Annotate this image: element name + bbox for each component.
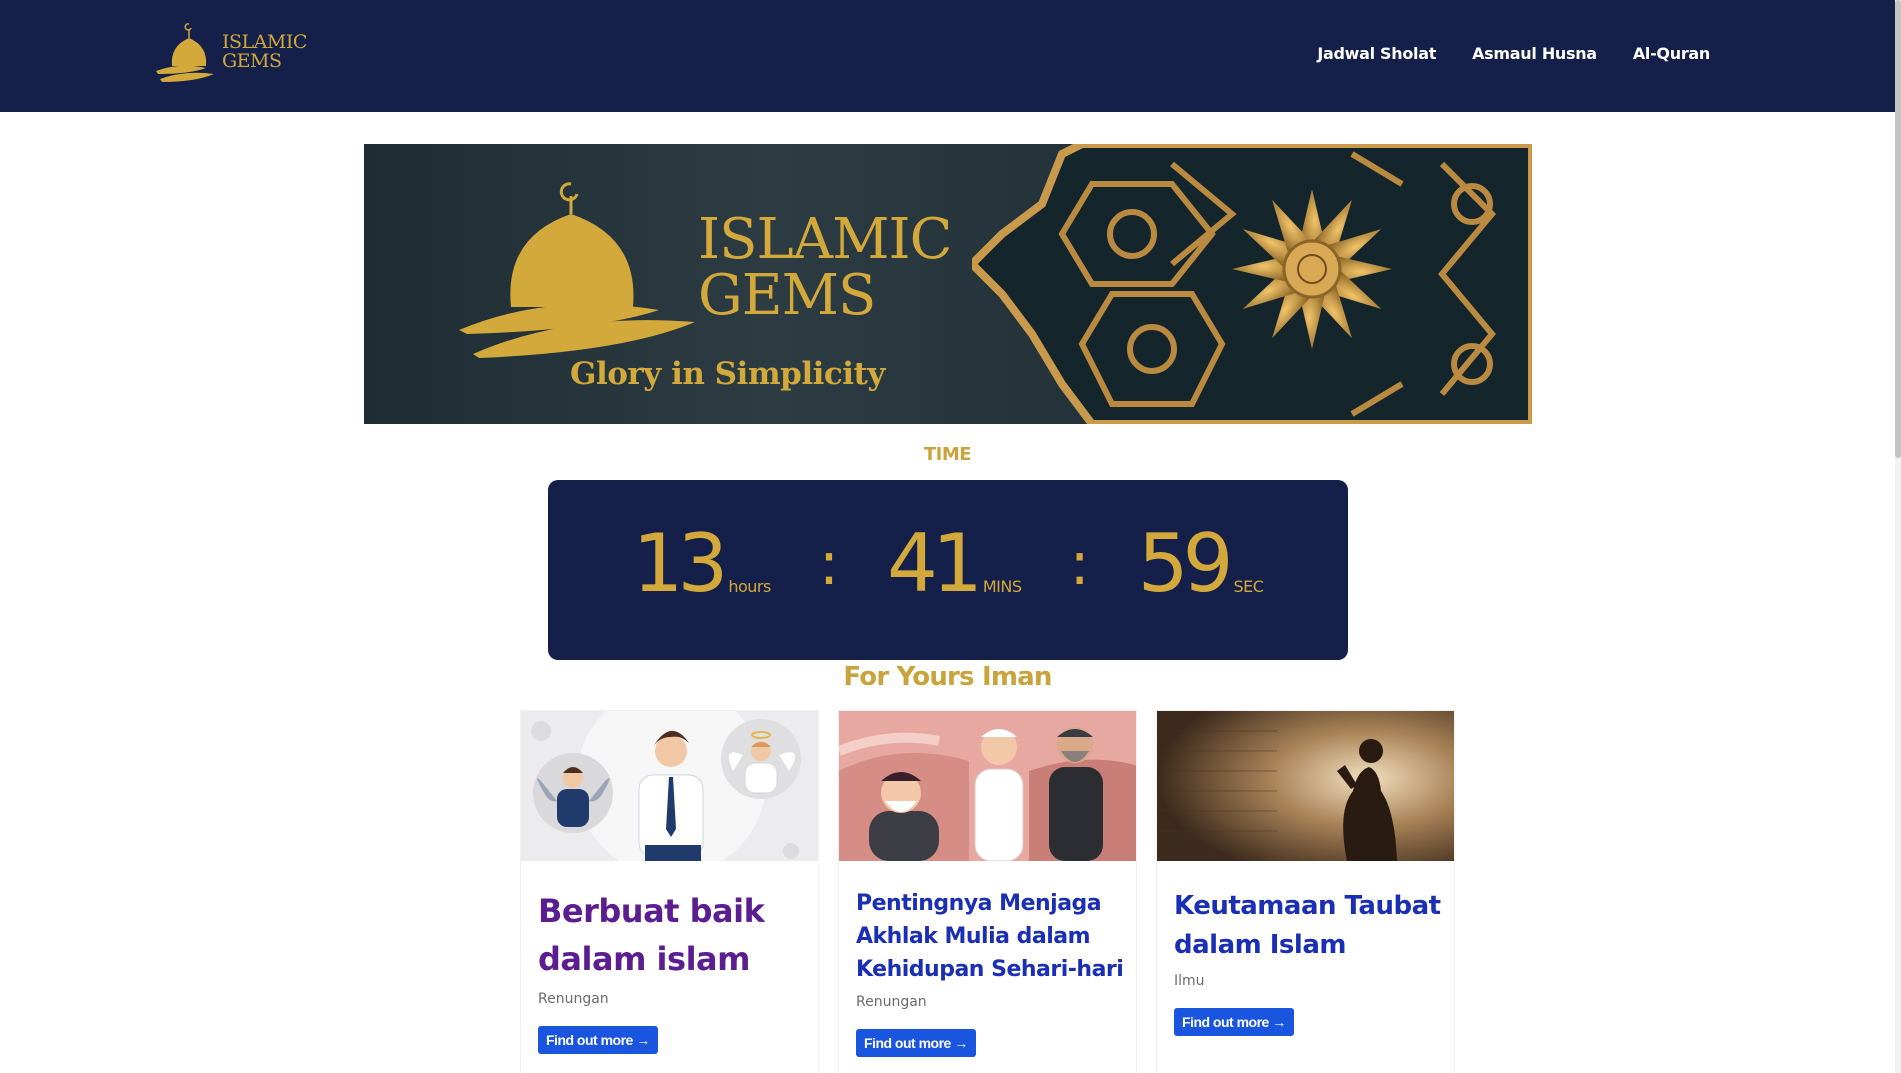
main-nav: Jadwal Sholat Asmaul Husna Al-Quran [1317, 44, 1710, 63]
scrollbar-track[interactable] [1895, 0, 1901, 1073]
clock-hours-unit: hours [728, 577, 771, 596]
clock-separator: : [818, 529, 840, 599]
clock-minutes-unit: MINS [982, 577, 1022, 596]
hero-title: ISLAMIC GEMS [698, 207, 952, 328]
nav-link-al-quran[interactable]: Al-Quran [1633, 44, 1710, 63]
clock-hours: 13 [632, 517, 729, 610]
card-image[interactable] [521, 711, 818, 861]
card-category: Renungan [856, 994, 927, 1010]
site-logo[interactable]: ISLAMIC GEMS [150, 16, 310, 88]
article-card: Keutamaan Taubat dalam Islam Ilmu Find o… [1156, 710, 1455, 1073]
mosque-dome-icon [459, 182, 695, 358]
clock-minutes: 41 [887, 517, 983, 610]
clock-panel: 13 hours : 41 MINS : 59 SEC [548, 480, 1348, 660]
section-title: For Yours Iman [843, 662, 1052, 692]
mosque-dome-icon [156, 23, 214, 82]
hero-tagline: Glory in Simplicity [570, 356, 885, 392]
clock-separator: : [1069, 529, 1090, 599]
islamic-ornament-image [972, 144, 1532, 424]
card-category: Renungan [538, 991, 609, 1007]
card-title[interactable]: Pentingnya Menjaga Akhlak Mulia dalam Ke… [856, 887, 1136, 986]
article-card: Pentingnya Menjaga Akhlak Mulia dalam Ke… [838, 710, 1137, 1073]
logo-text: ISLAMIC GEMS [222, 31, 307, 72]
card-title[interactable]: Berbuat baik dalam islam [538, 887, 808, 983]
find-out-more-button[interactable]: Find out more → [856, 1029, 976, 1057]
card-image[interactable] [1157, 711, 1454, 861]
clock-seconds: 59 [1137, 517, 1234, 610]
clock-seconds-unit: SEC [1233, 577, 1264, 596]
article-card: Berbuat baik dalam islam Renungan Find o… [520, 710, 819, 1073]
card-image[interactable] [839, 711, 1136, 861]
nav-link-jadwal-sholat[interactable]: Jadwal Sholat [1317, 44, 1436, 63]
nav-link-asmaul-husna[interactable]: Asmaul Husna [1472, 44, 1597, 63]
hero-banner: ISLAMIC GEMS Glory in Simplicity [364, 144, 1532, 424]
time-label: TIME [923, 444, 972, 465]
find-out-more-button[interactable]: Find out more → [538, 1026, 658, 1054]
scrollbar-thumb[interactable] [1895, 0, 1901, 458]
card-title[interactable]: Keutamaan Taubat dalam Islam [1174, 887, 1454, 965]
find-out-more-button[interactable]: Find out more → [1174, 1008, 1294, 1036]
card-category: Ilmu [1174, 973, 1205, 989]
navbar: ISLAMIC GEMS Jadwal Sholat Asmaul Husna … [0, 0, 1895, 112]
